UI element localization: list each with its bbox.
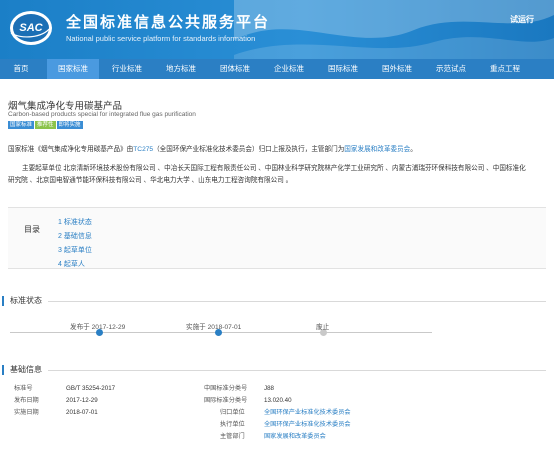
label-authority: 主管部门: [220, 433, 245, 440]
main-nav: 首页 国家标准 行业标准 地方标准 团体标准 企业标准 国际标准 国外标准 示范…: [0, 59, 554, 79]
intro-text-c: 。: [410, 146, 417, 153]
nav-industry-standard[interactable]: 行业标准: [101, 59, 153, 79]
svg-text:SAC: SAC: [19, 22, 43, 34]
badge-national-standard: 国家标准: [8, 121, 35, 129]
basic-heading: 基础信息: [10, 365, 42, 374]
sac-logo[interactable]: SAC: [8, 9, 54, 47]
section-marker: [2, 365, 4, 375]
nav-enterprise-standard[interactable]: 企业标准: [263, 59, 315, 79]
info-row: 主管部门 国家发展和改革委员会: [8, 432, 548, 442]
info-row: 执行单位 全国环保产业标准化技术委员会: [8, 420, 548, 430]
nav-national-standard[interactable]: 国家标准: [47, 59, 99, 79]
site-subtitle: National public service platform for sta…: [66, 34, 256, 43]
toc-item-status[interactable]: 1 标准状态: [58, 216, 92, 230]
intro-paragraph: 国家标准《烟气集成净化专用碳基产品》由TC275（全国环保产业标准化技术委员会）…: [8, 144, 417, 156]
basic-section-header: 基础信息: [0, 364, 554, 376]
drafter-paragraph-line1: 主要起草单位 北京清新环境技术股份有限公司 、中冶长天国际工程有限责任公司 、中…: [22, 165, 526, 172]
table-of-contents: 目录 1 标准状态 2 基础信息 3 起草单位 4 起草人: [8, 207, 546, 269]
info-row: 实施日期 2018-07-01 归口单位 全国环保产业标准化技术委员会: [8, 408, 548, 418]
nav-pilot[interactable]: 示范试点: [425, 59, 477, 79]
nav-foreign-standard[interactable]: 国外标准: [371, 59, 423, 79]
trial-label: 试运行: [510, 15, 534, 24]
info-row: 标准号 GB/T 35254-2017 中国标准分类号 J88: [8, 384, 548, 394]
toc-label: 目录: [24, 225, 40, 234]
ndrc-link[interactable]: 国家发展和改革委员会: [344, 146, 410, 153]
info-row: 发布日期 2017-12-29 国际标准分类号 13.020.40: [8, 396, 548, 406]
tc275-link[interactable]: TC275: [133, 146, 153, 153]
label-executing-unit: 执行单位: [220, 421, 245, 428]
status-heading: 标准状态: [10, 296, 42, 305]
section-marker: [2, 296, 4, 306]
label-responsible-unit: 归口单位: [220, 409, 245, 416]
value-publish-date: 2017-12-29: [66, 397, 98, 404]
nav-group-standard[interactable]: 团体标准: [209, 59, 261, 79]
nav-international-standard[interactable]: 国际标准: [317, 59, 369, 79]
intro-text-b: （全国环保产业标准化技术委员会）归口上报及执行，主管部门为: [153, 146, 345, 153]
badge-recommended: 推荐性: [35, 121, 56, 129]
toc-list: 1 标准状态 2 基础信息 3 起草单位 4 起草人: [58, 216, 92, 272]
nav-home[interactable]: 首页: [0, 59, 42, 79]
value-standard-no: GB/T 35254-2017: [66, 385, 116, 392]
standard-title: 烟气集成净化专用碳基产品: [8, 101, 123, 112]
intro-text-a: 国家标准《烟气集成净化专用碳基产品》由: [8, 146, 134, 153]
badge-upcoming: 即将实施: [56, 121, 83, 129]
value-executing-unit[interactable]: 全国环保产业标准化技术委员会: [264, 420, 351, 430]
main-content: 烟气集成净化专用碳基产品 Carbon-based products speci…: [0, 79, 554, 450]
value-implement-date: 2018-07-01: [66, 409, 98, 416]
badge-group: 国家标准 推荐性 即将实施: [8, 121, 84, 129]
label-publish-date: 发布日期: [14, 397, 39, 404]
value-responsible-unit[interactable]: 全国环保产业标准化技术委员会: [264, 408, 351, 418]
label-ics: 国际标准分类号: [204, 397, 248, 404]
label-standard-no: 标准号: [14, 385, 33, 392]
section-divider: [48, 370, 546, 371]
site-title: 全国标准信息公共服务平台: [66, 14, 271, 31]
value-ics: 13.020.40: [264, 397, 292, 404]
timeline-implemented: 实施于 2018-07-01: [186, 324, 242, 331]
toc-item-drafters[interactable]: 4 起草人: [58, 258, 92, 272]
value-ccs: J88: [264, 385, 274, 392]
timeline-published: 发布于 2017-12-29: [70, 324, 126, 331]
timeline-abolished: 废止: [316, 324, 330, 331]
toc-item-drafting-units[interactable]: 3 起草单位: [58, 244, 92, 258]
section-divider: [48, 301, 546, 302]
label-implement-date: 实施日期: [14, 409, 39, 416]
label-ccs: 中国标准分类号: [204, 385, 248, 392]
nav-local-standard[interactable]: 地方标准: [155, 59, 207, 79]
header-wave-decoration: [234, 0, 554, 59]
site-header: SAC 全国标准信息公共服务平台 National public service…: [0, 0, 554, 59]
toc-item-basic-info[interactable]: 2 基础信息: [58, 230, 92, 244]
value-authority[interactable]: 国家发展和改革委员会: [264, 432, 326, 442]
standard-title-en: Carbon-based products special for integr…: [8, 111, 196, 118]
drafter-paragraph-line2: 研究院 、北京国电智通节能环保科技有限公司 、华北电力大学 、山东电力工程咨询院…: [8, 177, 293, 184]
nav-key-project[interactable]: 重点工程: [479, 59, 531, 79]
status-section-header: 标准状态: [0, 295, 554, 307]
